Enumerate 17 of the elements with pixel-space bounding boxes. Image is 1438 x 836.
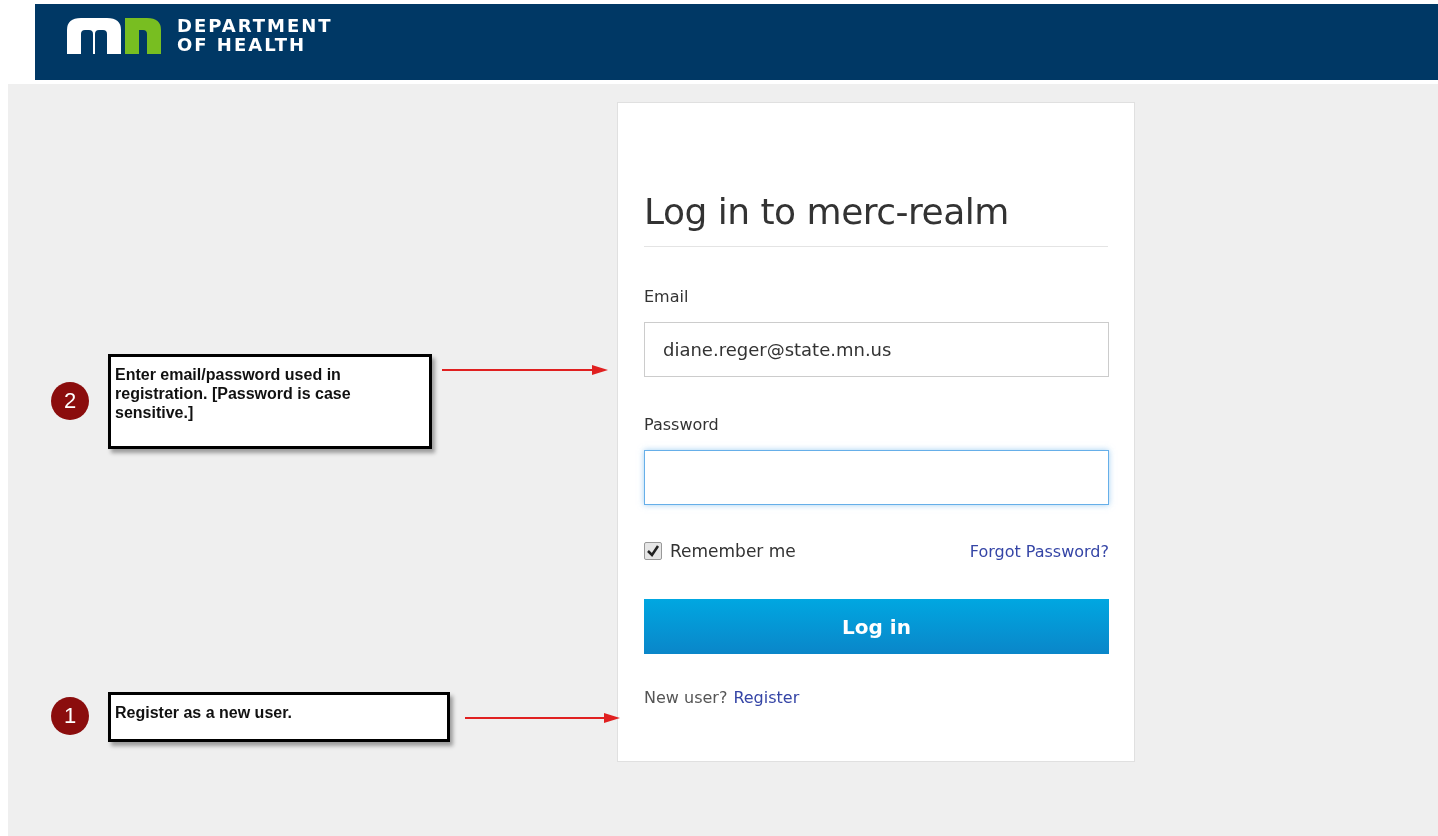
- arrow-icon: [465, 712, 620, 724]
- register-link[interactable]: Register: [733, 688, 800, 707]
- input-field[interactable]: [644, 450, 1109, 505]
- department-title: DEPARTMENT: [177, 16, 333, 35]
- input-field[interactable]: diane.reger@state.mn.us: [644, 322, 1109, 377]
- logo-icon: [67, 16, 163, 54]
- field-label: Email: [644, 287, 690, 306]
- login-title: Log in to merc-realm: [644, 191, 1108, 247]
- new-user-text: New user?: [644, 688, 728, 707]
- arrow-icon: [442, 364, 608, 376]
- callout-text: Register as a new user.: [108, 692, 450, 742]
- callout-text: Enter email/password used in registration. [Password is case sensitive.]: [108, 354, 432, 449]
- remember-me-label: Remember me: [670, 541, 796, 561]
- checkbox[interactable]: [644, 542, 662, 560]
- department-subtitle: OF HEALTH: [177, 35, 307, 54]
- forgot-password-link[interactable]: Forgot Password?: [969, 541, 1109, 561]
- field-label: Password: [644, 415, 720, 434]
